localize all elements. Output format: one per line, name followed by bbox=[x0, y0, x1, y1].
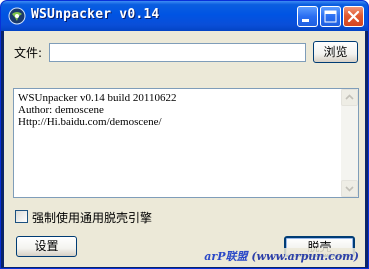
browse-button[interactable]: 浏览 bbox=[313, 41, 358, 63]
app-icon bbox=[8, 7, 26, 25]
file-path-input[interactable] bbox=[49, 43, 306, 62]
title-bar[interactable]: WSUnpacker v0.14 bbox=[1, 1, 368, 31]
client-area: 文件: 浏览 WSUnpacker v0.14 build 20110622 A… bbox=[4, 31, 365, 267]
maximize-icon bbox=[324, 10, 337, 23]
minimize-icon bbox=[302, 19, 309, 22]
log-scrollbar[interactable] bbox=[341, 89, 358, 197]
force-generic-label[interactable]: 强制使用通用脱壳引擎 bbox=[32, 209, 152, 226]
maximize-button[interactable] bbox=[320, 6, 341, 27]
close-icon bbox=[347, 10, 360, 23]
minimize-button[interactable] bbox=[297, 6, 318, 27]
unpack-button[interactable]: 脱壳 bbox=[284, 236, 355, 257]
log-text: WSUnpacker v0.14 build 20110622 Author: … bbox=[18, 92, 177, 128]
log-output[interactable]: WSUnpacker v0.14 build 20110622 Author: … bbox=[13, 88, 359, 198]
settings-button[interactable]: 设置 bbox=[16, 236, 77, 257]
force-generic-checkbox[interactable] bbox=[15, 210, 28, 223]
unpack-button-label: 脱壳 bbox=[307, 240, 332, 255]
scroll-down-button[interactable] bbox=[341, 180, 358, 197]
close-button[interactable] bbox=[343, 6, 364, 27]
watermark-brand: arP联盟 bbox=[204, 250, 248, 263]
chevron-down-icon bbox=[345, 186, 354, 192]
main-window: WSUnpacker v0.14 文件: 浏览 WSUnpacker v0.14… bbox=[0, 0, 369, 269]
file-label: 文件: bbox=[14, 46, 43, 60]
window-title: WSUnpacker v0.14 bbox=[31, 7, 160, 22]
chevron-up-icon bbox=[345, 94, 354, 100]
scroll-up-button[interactable] bbox=[341, 89, 358, 106]
